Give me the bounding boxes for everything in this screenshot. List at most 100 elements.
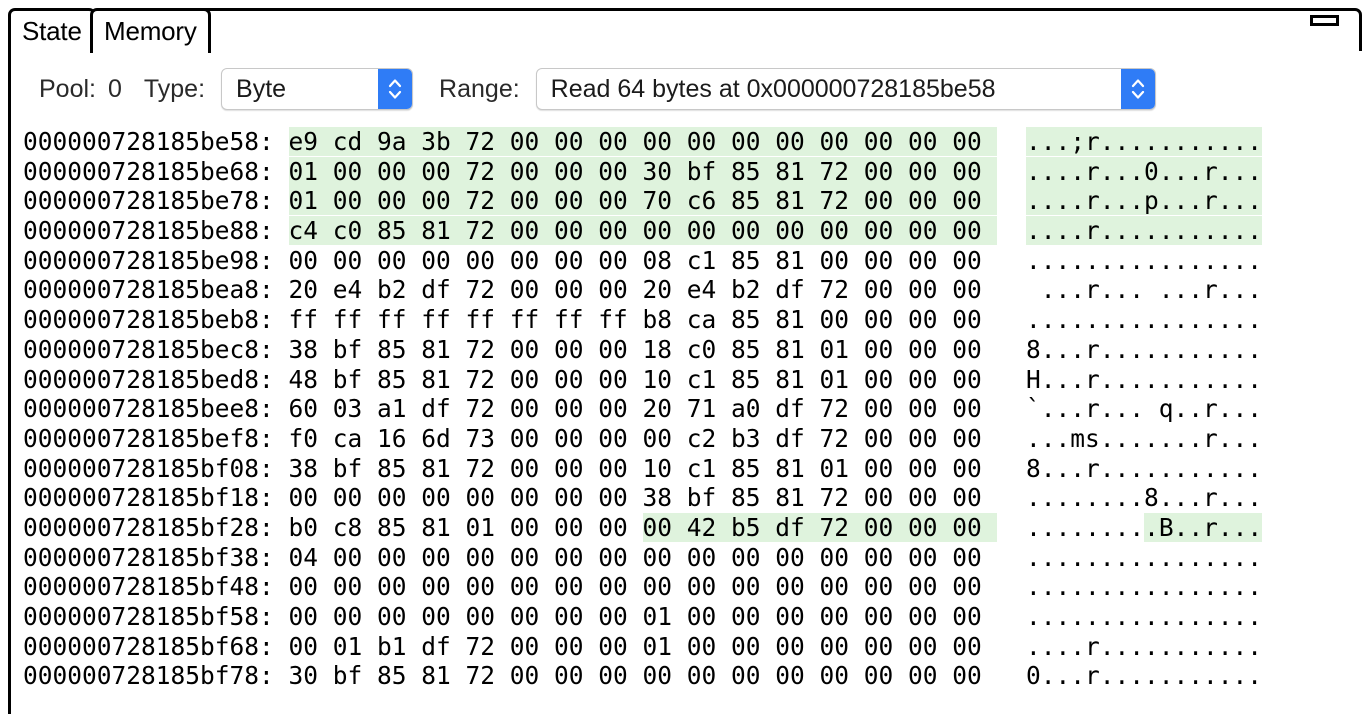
ascii-plain-span: ........8...r...: [1026, 483, 1263, 513]
hex-row-bytes: 04 00 00 00 00 00 00 00 00 00 00 00 00 0…: [289, 543, 997, 573]
hex-row-address: 000000728185bec8:: [23, 334, 289, 364]
chevron-up-down-icon[interactable]: [378, 69, 413, 109]
hex-row-ascii: ........8...r...: [1026, 483, 1262, 513]
hex-row-ascii: `...r... q..r...: [1026, 394, 1262, 424]
hex-row-ascii: 8...r...........: [1026, 335, 1262, 365]
pool-value: 0: [107, 74, 122, 103]
ascii-plain-span: ...r... ...r...: [1026, 275, 1263, 305]
hex-row-bytes: 00 00 00 00 00 00 00 00 38 bf 85 81 72 0…: [289, 483, 997, 513]
hex-ascii-gap: [997, 335, 1027, 365]
tab-state[interactable]: State: [8, 8, 96, 53]
hex-row-bytes: 38 bf 85 81 72 00 00 00 10 c1 85 81 01 0…: [289, 454, 997, 484]
hex-highlight-span: 00 42 b5 df 72 00 00 00: [642, 512, 997, 542]
range-input-value: Read 64 bytes at 0x000000728185be58: [550, 74, 996, 103]
hex-dump-row[interactable]: 000000728185be98: 00 00 00 00 00 00 00 0…: [23, 246, 1362, 276]
chevron-up-down-icon[interactable]: [1120, 69, 1155, 109]
hex-dump-row[interactable]: 000000728185be58: e9 cd 9a 3b 72 00 00 0…: [23, 127, 1362, 157]
hex-row-bytes: 00 01 b1 df 72 00 00 00 01 00 00 00 00 0…: [289, 632, 997, 662]
hex-dump-row[interactable]: 000000728185bf68: 00 01 b1 df 72 00 00 0…: [23, 632, 1362, 662]
hex-row-bytes: 00 00 00 00 00 00 00 00 01 00 00 00 00 0…: [289, 602, 997, 632]
memory-inspector-window: State Memory Pool: 0 Type: Byte Range: R…: [0, 0, 1362, 714]
hex-row-address: 000000728185bf28:: [23, 512, 289, 542]
hex-ascii-gap: [997, 543, 1027, 573]
hex-ascii-gap: [997, 365, 1027, 395]
hex-row-bytes: 01 00 00 00 72 00 00 00 70 c6 85 81 72 0…: [288, 186, 997, 216]
hex-row-address: 000000728185bed8:: [23, 364, 289, 394]
hex-dump-row[interactable]: 000000728185be88: c4 c0 85 81 72 00 00 0…: [23, 216, 1362, 246]
hex-row-bytes: 00 00 00 00 00 00 00 00 08 c1 85 81 00 0…: [289, 246, 997, 276]
hex-dump-row[interactable]: 000000728185bf38: 04 00 00 00 00 00 00 0…: [23, 543, 1362, 573]
hex-row-ascii: ....r...........: [1026, 632, 1262, 662]
hex-plain-span: 38 bf 85 81 72 00 00 00 10 c1 85 81 01 0…: [288, 453, 997, 483]
hex-plain-span: 00 00 00 00 00 00 00 00 08 c1 85 81 00 0…: [288, 245, 997, 275]
hex-dump-row[interactable]: 000000728185be68: 01 00 00 00 72 00 00 0…: [23, 156, 1362, 187]
hex-plain-span: 48 bf 85 81 72 00 00 00 10 c1 85 81 01 0…: [288, 364, 997, 394]
type-select-value: Byte: [236, 74, 287, 103]
hex-ascii-gap: [997, 572, 1027, 602]
hex-ascii-gap: [997, 661, 1027, 691]
hex-dump-row[interactable]: 000000728185bea8: 20 e4 b2 df 72 00 00 0…: [23, 275, 1362, 305]
ascii-plain-span: 8...r...........: [1026, 453, 1263, 483]
hex-plain-span: 60 03 a1 df 72 00 00 00 20 71 a0 df 72 0…: [288, 394, 997, 424]
hex-row-address: 000000728185be98:: [23, 245, 289, 275]
range-label: Range:: [439, 74, 520, 103]
hex-row-bytes: e9 cd 9a 3b 72 00 00 00 00 00 00 00 00 0…: [288, 127, 997, 157]
hex-ascii-gap: [997, 602, 1027, 632]
hex-row-bytes: 48 bf 85 81 72 00 00 00 10 c1 85 81 01 0…: [289, 365, 997, 395]
hex-row-ascii: ....r...0...r...: [1026, 156, 1263, 187]
hex-highlight-span: 01 00 00 00 72 00 00 00 30 bf 85 81 72 0…: [288, 156, 997, 186]
ascii-plain-span: ...ms.......r...: [1026, 423, 1263, 453]
hex-dump-row[interactable]: 000000728185be78: 01 00 00 00 72 00 00 0…: [23, 186, 1362, 216]
hex-row-ascii: 8...r...........: [1026, 454, 1262, 484]
hex-plain-span: 30 bf 85 81 72 00 00 00 00 00 00 00 00 0…: [288, 661, 997, 691]
range-input[interactable]: Read 64 bytes at 0x000000728185be58: [535, 68, 1156, 110]
hex-dump-row[interactable]: 000000728185bef8: f0 ca 16 6d 73 00 00 0…: [23, 424, 1362, 454]
hex-dump-row[interactable]: 000000728185beb8: ff ff ff ff ff ff ff f…: [23, 305, 1362, 335]
hex-row-bytes: 30 bf 85 81 72 00 00 00 00 00 00 00 00 0…: [289, 661, 997, 691]
hex-ascii-gap: [997, 454, 1027, 484]
hex-highlight-span: e9 cd 9a 3b 72 00 00 00 00 00 00 00 00 0…: [288, 127, 997, 156]
ascii-plain-span: ................: [1026, 245, 1263, 275]
hex-row-bytes: 20 e4 b2 df 72 00 00 00 20 e4 b2 df 72 0…: [289, 275, 997, 305]
hex-plain-span: 00 00 00 00 00 00 00 00 38 bf 85 81 72 0…: [288, 483, 997, 513]
hex-row-address: 000000728185bf58:: [23, 602, 289, 631]
memory-panel: Pool: 0 Type: Byte Range: Read 64 bytes …: [8, 51, 1362, 714]
hex-row-address: 000000728185bf18:: [23, 483, 289, 513]
hex-row-address: 000000728185be78:: [23, 186, 289, 216]
hex-plain-span: 00 00 00 00 00 00 00 00 00 00 00 00 00 0…: [288, 572, 997, 602]
type-select[interactable]: Byte: [221, 68, 414, 110]
hex-row-address: 000000728185bea8:: [23, 275, 289, 305]
hex-row-ascii: ....r...........: [1026, 216, 1263, 246]
type-label: Type:: [143, 74, 206, 103]
hex-dump-row[interactable]: 000000728185bf58: 00 00 00 00 00 00 00 0…: [23, 602, 1362, 632]
hex-row-bytes: c4 c0 85 81 72 00 00 00 00 00 00 00 00 0…: [288, 216, 997, 246]
hex-ascii-gap: [997, 216, 1027, 246]
hex-plain-span: 04 00 00 00 00 00 00 00 00 00 00 00 00 0…: [288, 542, 997, 572]
hex-plain-span: b0 c8 85 81 01 00 00 00: [288, 512, 643, 542]
hex-row-address: 000000728185be88:: [23, 216, 289, 246]
hex-dump-row[interactable]: 000000728185bf08: 38 bf 85 81 72 00 00 0…: [23, 454, 1362, 484]
hex-dump-row[interactable]: 000000728185bf78: 30 bf 85 81 72 00 00 0…: [23, 661, 1362, 691]
hex-dump-row[interactable]: 000000728185bf18: 00 00 00 00 00 00 00 0…: [23, 483, 1362, 513]
hex-dump-row[interactable]: 000000728185bf28: b0 c8 85 81 01 00 00 0…: [23, 512, 1362, 543]
hex-row-address: 000000728185bf68:: [23, 631, 289, 661]
minimize-icon[interactable]: [1310, 15, 1339, 26]
ascii-plain-span: ................: [1026, 305, 1263, 335]
hex-row-bytes: b0 c8 85 81 01 00 00 00 00 42 b5 df 72 0…: [288, 512, 997, 543]
pool-label: Pool:: [39, 74, 96, 103]
hex-row-bytes: 60 03 a1 df 72 00 00 00 20 71 a0 df 72 0…: [289, 394, 997, 424]
hex-row-bytes: 00 00 00 00 00 00 00 00 00 00 00 00 00 0…: [289, 572, 997, 602]
hex-dump-row[interactable]: 000000728185bee8: 60 03 a1 df 72 00 00 0…: [23, 394, 1362, 424]
hex-dump-view[interactable]: 000000728185be58: e9 cd 9a 3b 72 00 00 0…: [11, 127, 1362, 714]
hex-ascii-gap: [997, 483, 1027, 513]
hex-dump-row[interactable]: 000000728185bec8: 38 bf 85 81 72 00 00 0…: [23, 335, 1362, 365]
hex-row-ascii: 0...r...........: [1026, 661, 1262, 691]
hex-dump-row[interactable]: 000000728185bf48: 00 00 00 00 00 00 00 0…: [23, 572, 1362, 602]
hex-row-ascii: ...;r...........: [1026, 127, 1263, 157]
ascii-plain-span: ................: [1026, 602, 1263, 631]
hex-ascii-gap: [997, 632, 1027, 662]
ascii-plain-span: ........: [1026, 512, 1145, 542]
hex-dump-row[interactable]: 000000728185bed8: 48 bf 85 81 72 00 00 0…: [23, 365, 1362, 395]
tab-memory[interactable]: Memory: [90, 8, 211, 53]
hex-row-address: 000000728185beb8:: [23, 305, 289, 335]
